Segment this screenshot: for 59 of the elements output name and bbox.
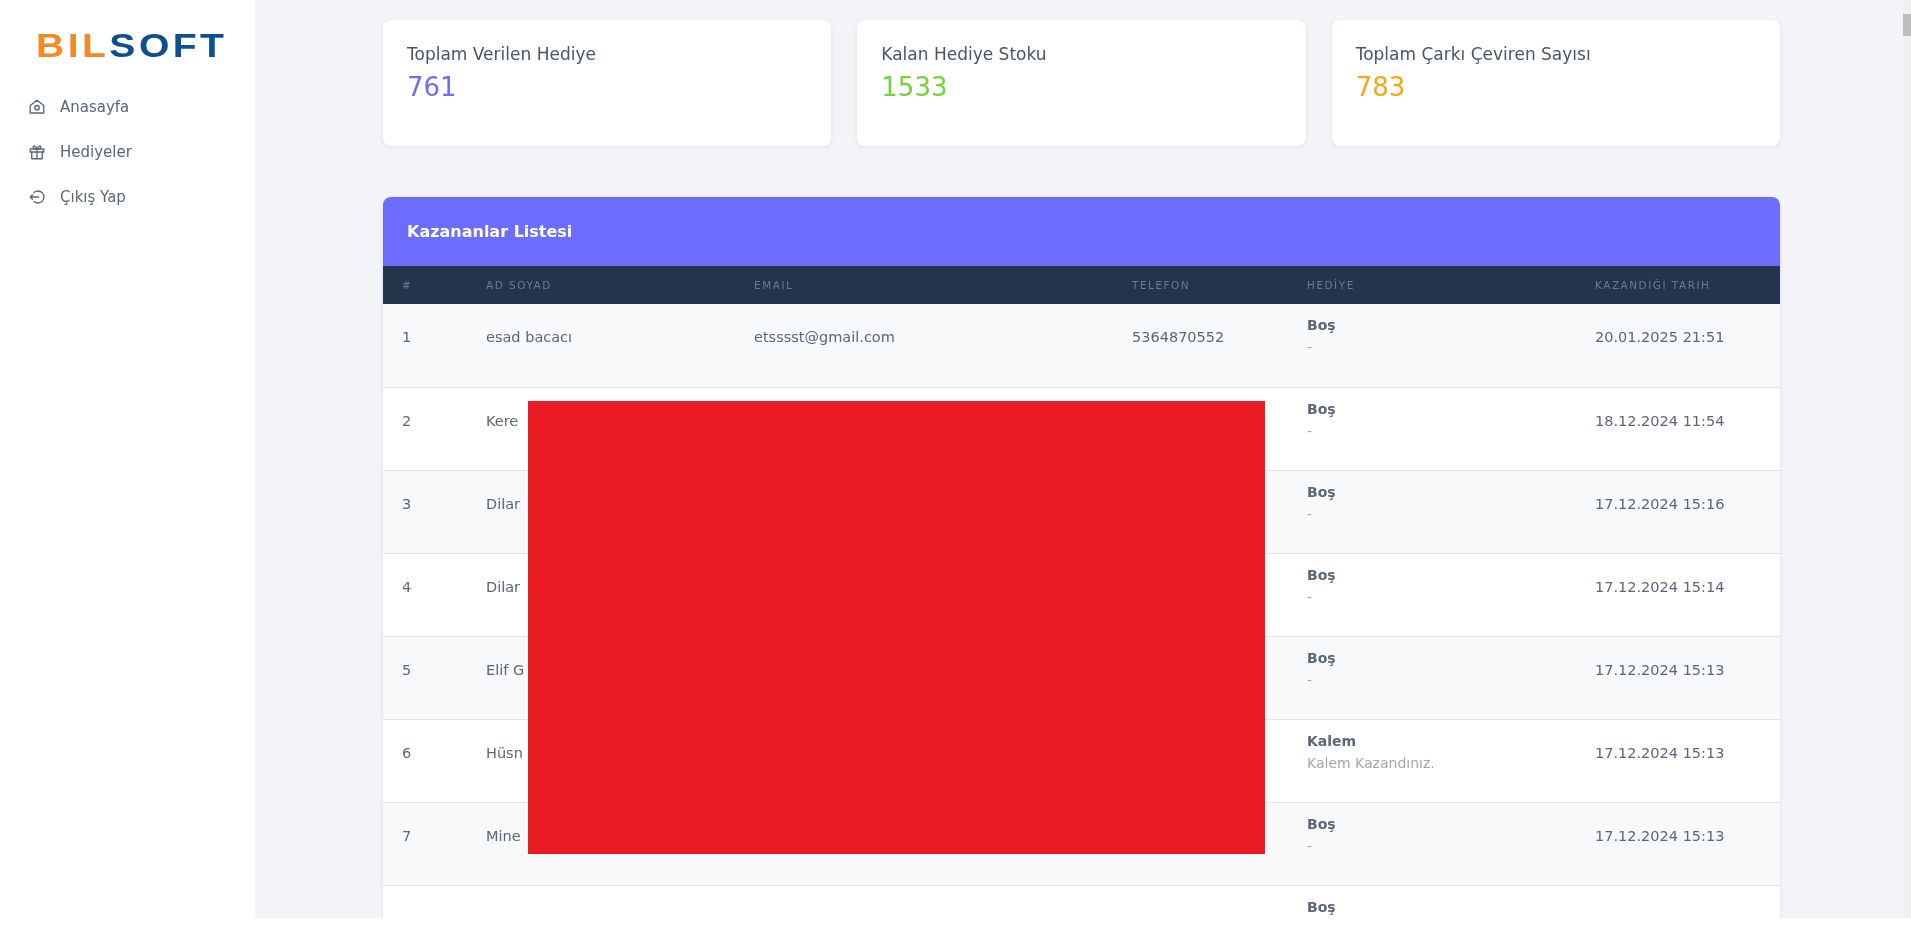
table-cell: 3 (402, 495, 412, 512)
table-cell: Dilar (486, 495, 521, 512)
scrollbar[interactable] (1903, 0, 1911, 918)
column-header: EMAIL (735, 266, 1113, 304)
table-cell: Kere (486, 412, 519, 429)
table-cell: 7 (402, 827, 412, 844)
home-icon (28, 97, 46, 116)
table-cell: 17.12.2024 15:13 (1595, 661, 1725, 678)
gift-name: Boş (1307, 317, 1337, 333)
column-header: AD SOYAD (467, 266, 735, 304)
table-cell: etsssst@gmail.com (754, 329, 895, 345)
table-cell: 17.12.2024 15:14 (1595, 578, 1725, 595)
logout-icon (28, 187, 46, 206)
table-cell: Hüsn (486, 744, 523, 761)
gift-note: - (1307, 422, 1314, 439)
gift-note: - (1307, 505, 1314, 522)
table-cell: 17.12.2024 15:16 (1595, 495, 1725, 512)
table-cell: esad bacacı (486, 329, 573, 345)
table-cell: 2 (402, 412, 412, 429)
stat-title: Toplam Çarkı Çeviren Sayısı (1355, 44, 1592, 64)
column-header: HEDİYE (1288, 266, 1576, 304)
column-header: TELEFON (1113, 266, 1288, 304)
table-cell: 1 (402, 329, 412, 345)
table-cell: 18.12.2024 11:54 (1595, 412, 1725, 429)
gift-name: Boş (1307, 483, 1337, 500)
gift-name: Boş (1307, 898, 1337, 915)
gift-name: Boş (1307, 649, 1337, 666)
gift-name: Boş (1307, 400, 1337, 417)
gift-note: - (1307, 339, 1314, 355)
gift-note: - (1307, 837, 1314, 854)
table-cell: 6 (402, 744, 412, 761)
gift-note: Kalem Kazandınız. (1307, 754, 1436, 771)
gift-name: Boş (1307, 566, 1337, 583)
table-cell: 5364870552 (1132, 329, 1225, 345)
stat-value: 783 (1355, 72, 1407, 102)
gift-name: Kalem (1307, 732, 1358, 749)
sidebar-item[interactable]: Çıkış Yap (28, 174, 126, 219)
stat-value: 1533 (881, 72, 949, 102)
gift-icon (28, 142, 46, 161)
table-cell: Mine (486, 827, 521, 844)
table-cell: 20.01.2025 21:51 (1595, 329, 1725, 345)
sidebar-item[interactable]: Hediyeler (28, 129, 132, 174)
table-cell: 17.12.2024 15:13 (1595, 744, 1725, 761)
logo: BILSOFT (36, 28, 228, 62)
table-title: Kazananlar Listesi (407, 222, 573, 241)
table-cell: 4 (402, 578, 412, 595)
table-cell: 5 (402, 661, 412, 678)
gift-note: - (1307, 671, 1314, 688)
stat-title: Toplam Verilen Hediye (407, 44, 597, 64)
gift-name: Boş (1307, 815, 1337, 832)
stat-title: Kalan Hediye Stoku (881, 44, 1048, 64)
column-header: # (383, 266, 467, 304)
table-cell: Elif G (486, 661, 525, 678)
sidebar-item[interactable]: Anasayfa (28, 84, 130, 129)
gift-note: - (1307, 588, 1314, 605)
stat-value: 761 (407, 72, 458, 102)
table-cell: Dilar (486, 578, 521, 595)
column-header: KAZANDIĞI TARIH (1576, 266, 1780, 304)
table-cell: 17.12.2024 15:13 (1595, 827, 1725, 844)
